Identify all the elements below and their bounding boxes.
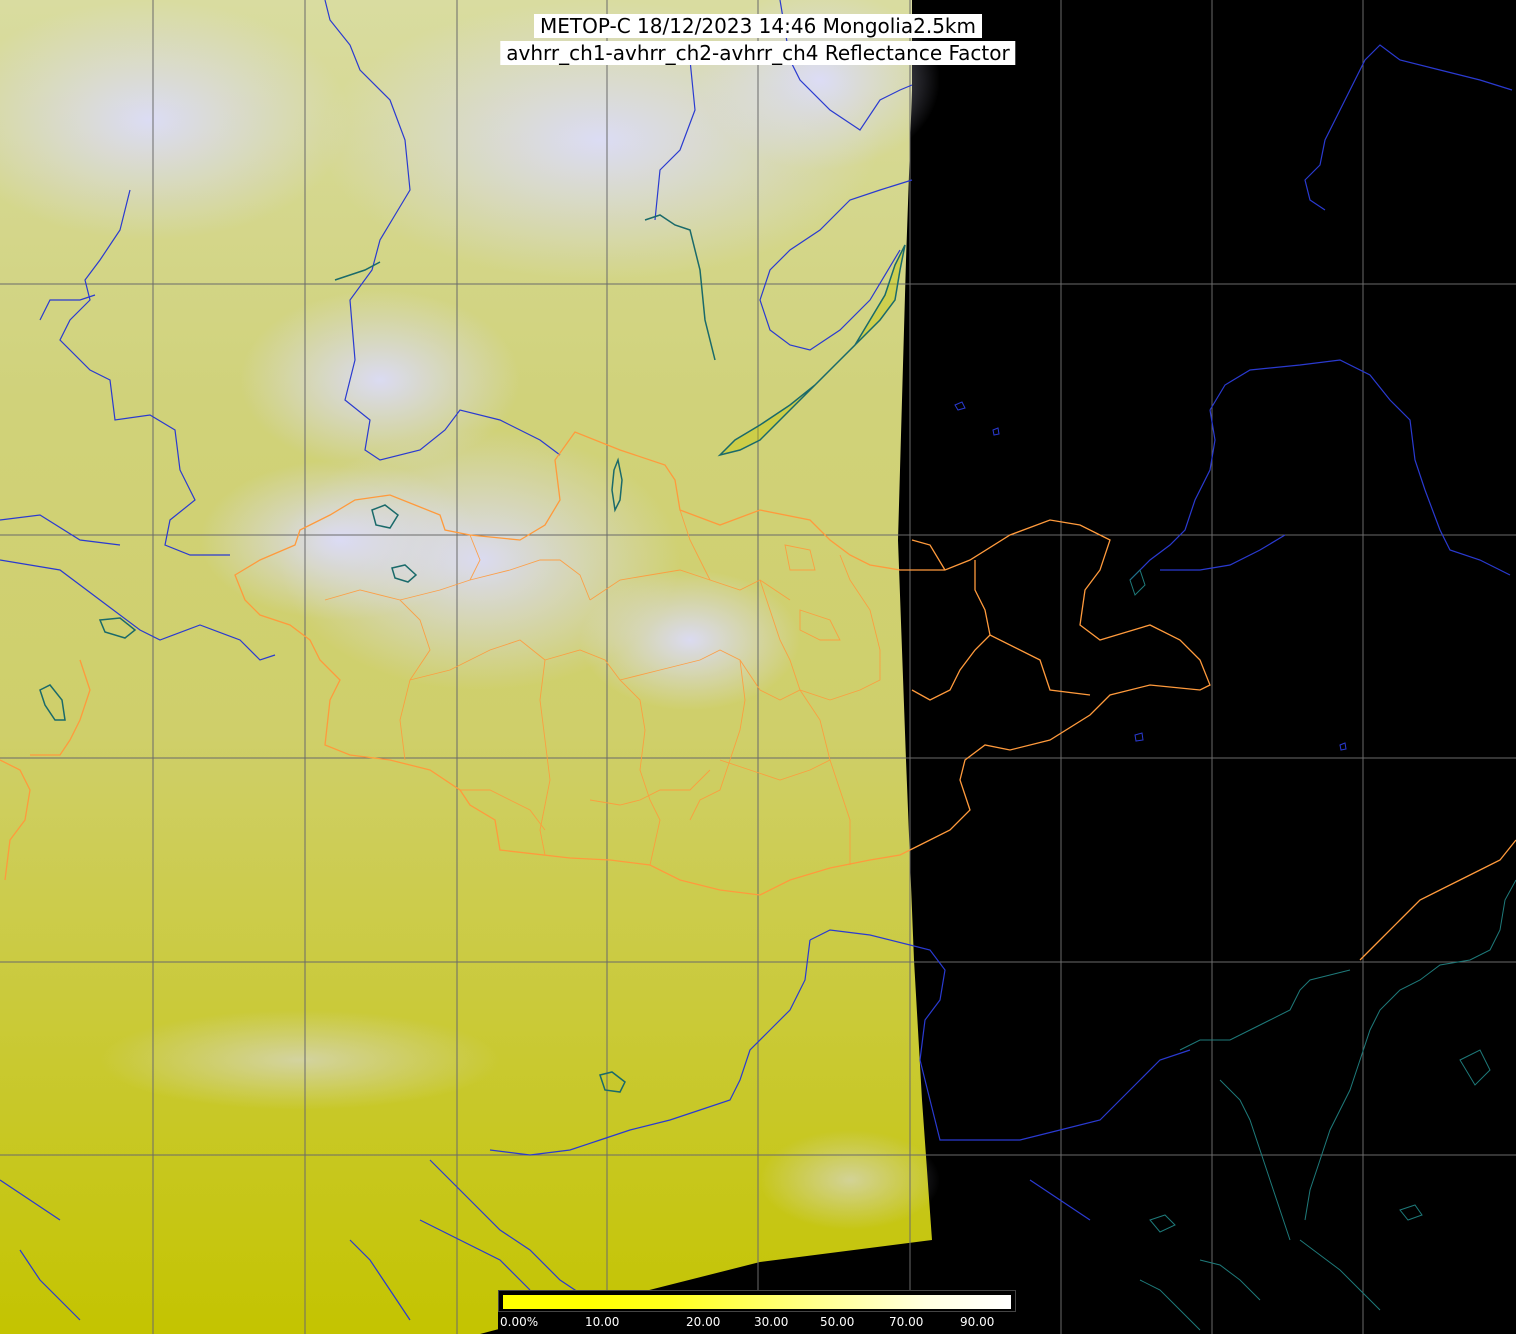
colorbar-tick-label: 20.00	[686, 1315, 721, 1329]
colorbar-tick-label: 0.00%	[500, 1315, 539, 1329]
satellite-swath	[0, 0, 940, 1334]
colorbar-tick-label: 90.00	[960, 1315, 995, 1329]
colorbar-frame	[498, 1290, 1016, 1312]
colorbar-tick-label: 70.00	[889, 1315, 924, 1329]
colorbar-gradient	[503, 1295, 1011, 1309]
cloud-patch	[100, 1010, 500, 1110]
colorbar-tick-label: 30.00	[754, 1315, 789, 1329]
map-title: METOP-C 18/12/2023 14:46 Mongolia2.5km	[534, 14, 982, 38]
colorbar-tick-label: 10.00	[585, 1315, 620, 1329]
cloud-patch	[760, 1130, 940, 1230]
colorbar-legend: 0.00% 10.00 20.00 30.00 50.00 70.00 90.0…	[498, 1290, 1016, 1334]
cloud-patch	[240, 290, 520, 470]
cloud-patch	[580, 570, 800, 710]
map-subtitle: avhrr_ch1-avhrr_ch2-avhrr_ch4 Reflectanc…	[500, 41, 1016, 65]
coastlines	[1129, 569, 1516, 1331]
colorbar-labels: 0.00% 10.00 20.00 30.00 50.00 70.00 90.0…	[498, 1312, 1016, 1334]
colorbar-tick-label: 50.00	[820, 1315, 855, 1329]
satellite-map	[0, 0, 1516, 1334]
small-features	[954, 401, 1347, 751]
